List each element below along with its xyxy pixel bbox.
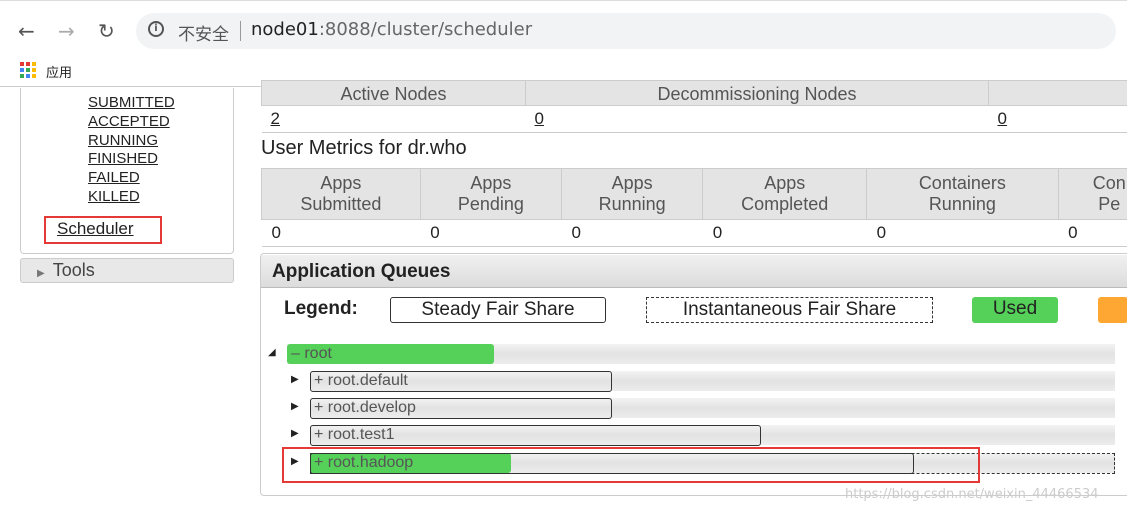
column-header[interactable]: Apps Pending [419,168,563,220]
url[interactable]: node01:8088/cluster/scheduler [251,19,532,40]
column-header[interactable]: Apps Submitted [261,168,421,220]
plus-icon: + [314,372,328,389]
caret-right-icon[interactable]: ▶ [291,374,299,385]
link-finished[interactable]: FINISHED [88,150,158,167]
metric-value: 0 [261,219,421,247]
column-header[interactable]: Apps Running [560,168,704,220]
plus-icon: + [314,426,328,443]
caret-right-icon[interactable]: ▶ [291,428,299,439]
info-icon[interactable]: i [148,21,164,37]
user-metrics-title: User Metrics for dr.who [261,137,467,159]
legend-steady-fair-share: Steady Fair Share [390,297,606,323]
legend-used: Used [972,297,1058,323]
legend-label: Legend: [284,298,358,319]
link-scheduler[interactable]: Scheduler [57,219,134,239]
security-label: 不安全 [178,25,229,45]
bookmark-apps[interactable]: 应用 [46,62,72,81]
queues-title: Application Queues [261,255,1127,288]
column-header[interactable]: Apps Completed [702,168,868,220]
caret-right-icon[interactable]: ▶ [291,401,299,412]
apps-icon[interactable] [20,62,36,78]
link-failed[interactable]: FAILED [88,169,140,186]
column-header[interactable]: Containers Running [866,168,1059,220]
metric-value: 0 [702,219,867,247]
legend-instantaneous-fair-share: Instantaneous Fair Share [646,297,933,323]
queue-root.develop[interactable]: + root.develop [310,398,416,418]
watermark: https://blog.csdn.net/weixin_44466534 [845,487,1099,502]
caret-right-icon: ▶ [37,268,45,279]
back-icon[interactable]: ← [18,19,35,43]
caret-down-icon[interactable]: ◢ [268,347,276,358]
cluster-metrics-table: Active Nodes Decommissioning Nodes 200 [261,80,1127,133]
link-accepted[interactable]: ACCEPTED [88,113,170,130]
tools-section[interactable]: ▶ Tools [20,258,234,283]
queue-root[interactable]: – root [287,344,332,364]
forward-icon[interactable]: → [58,19,75,43]
queue-root.default[interactable]: + root.default [310,371,408,391]
metric-value: 0 [420,219,562,247]
link-running[interactable]: RUNNING [88,132,158,149]
highlight-box [282,447,980,483]
metric-value: 0 [561,219,703,247]
reload-icon[interactable]: ↻ [98,19,115,43]
metric-value: 0 [1058,219,1127,247]
user-metrics-table: Apps Submitted Apps Pending Apps Running Apps C… [261,168,1127,247]
column-header[interactable]: Con Pe [1057,168,1127,220]
address-bar[interactable]: i 不安全 node01:8088/cluster/scheduler [136,13,1116,49]
metric-value: 0 [866,219,1059,247]
link-submitted[interactable]: SUBMITTED [88,94,175,111]
minus-icon: – [291,345,305,362]
browser-toolbar: ← → ↻ i 不安全 node01:8088/cluster/schedule… [0,0,1127,55]
legend-over-capacity [1098,297,1127,323]
link-killed[interactable]: KILLED [88,188,140,205]
queue-root.test1[interactable]: + root.test1 [310,425,395,445]
plus-icon: + [314,399,328,416]
